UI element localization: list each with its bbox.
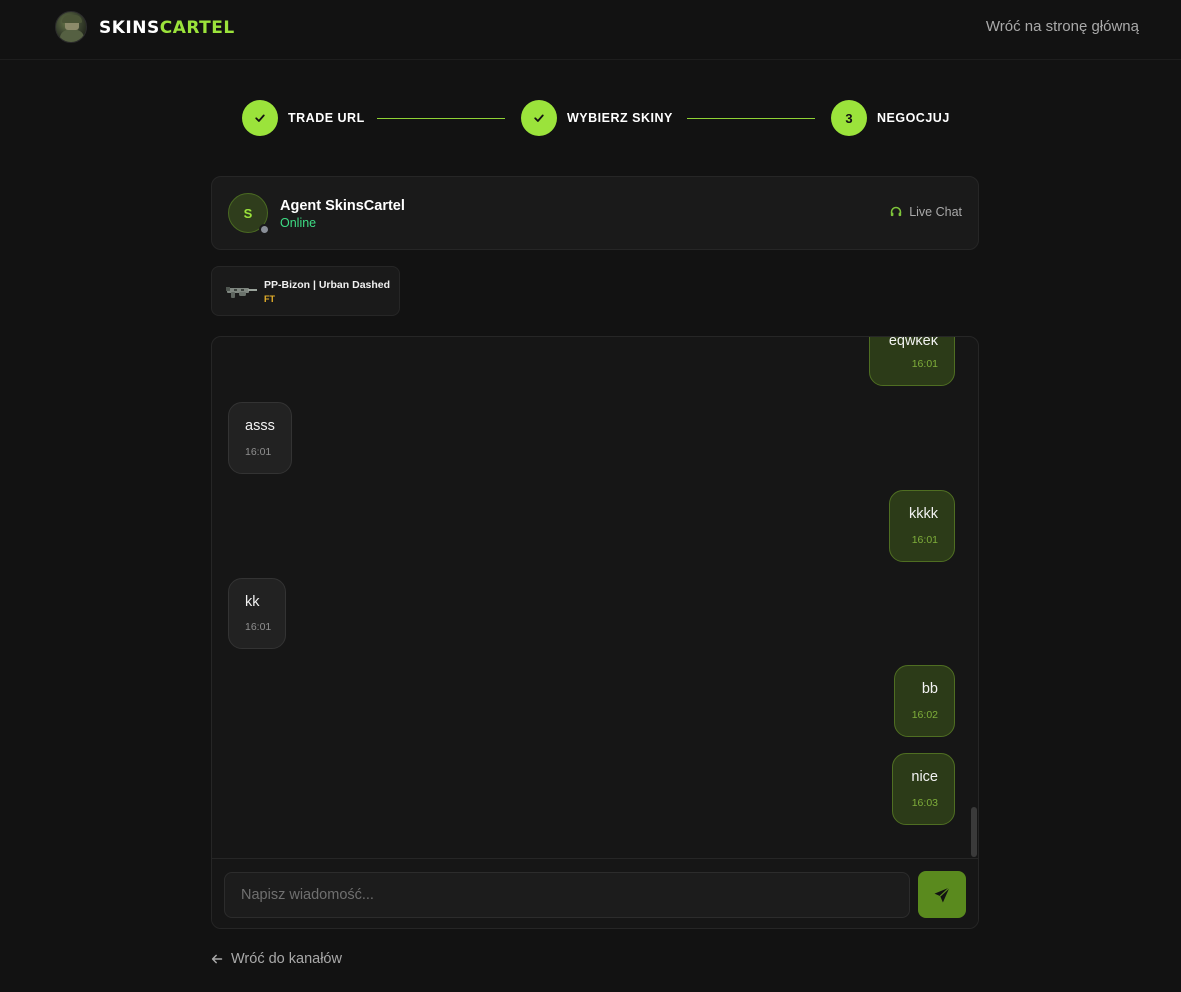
message-time: 16:03 <box>911 797 938 809</box>
message-time: 16:01 <box>911 534 938 546</box>
step-2-label: WYBIERZ SKINY <box>567 111 673 125</box>
top-header: SKINSCARTEL Wróć na stronę główną <box>0 0 1181 60</box>
step-1-label: TRADE URL <box>288 111 365 125</box>
message-time: 16:01 <box>245 621 272 633</box>
home-link[interactable]: Wróć na stronę główną <box>986 18 1139 36</box>
send-button[interactable] <box>918 871 966 918</box>
step-connector <box>687 118 815 119</box>
item-name: PP-Bizon | Urban Dashed <box>264 279 391 291</box>
chat-scrollbar[interactable] <box>971 807 977 857</box>
chat-panel: eqwkek 16:01 asss 16:01 kkkk 16:01 kk 16… <box>211 336 979 929</box>
step-3-label: NEGOCJUJ <box>877 111 950 125</box>
message-text: eqwkek <box>888 337 938 349</box>
message-text: bb <box>921 681 938 697</box>
message-time: 16:01 <box>245 446 272 458</box>
message-time: 16:01 <box>911 358 938 370</box>
message-outgoing: eqwkek 16:01 <box>869 337 955 386</box>
back-link-label: Wróć do kanałów <box>231 951 342 967</box>
message-outgoing: kkkk 16:01 <box>889 490 955 562</box>
step-3-number: 3 <box>831 100 867 136</box>
message-text: nice <box>911 769 938 785</box>
message-outgoing: bb 16:02 <box>894 665 955 737</box>
live-chat-indicator: Live Chat <box>889 205 962 219</box>
item-wear-badge: FT <box>264 294 275 304</box>
message-text: kk <box>245 594 260 610</box>
message-incoming: asss 16:01 <box>228 402 292 474</box>
message-text: kkkk <box>909 506 938 522</box>
weapon-thumbnail-icon <box>226 287 257 298</box>
send-icon <box>934 886 950 902</box>
live-chat-label: Live Chat <box>909 205 962 219</box>
message-time: 16:02 <box>911 709 938 721</box>
step-2-check-icon <box>521 100 557 136</box>
logo-text[interactable]: SKINSCARTEL <box>99 17 235 39</box>
agent-status: Online <box>280 216 317 230</box>
message-outgoing: nice 16:03 <box>892 753 955 825</box>
message-input[interactable] <box>224 872 910 918</box>
step-connector <box>377 118 505 119</box>
composer <box>212 858 978 928</box>
message-incoming: kk 16:01 <box>228 578 286 649</box>
message-list[interactable]: eqwkek 16:01 asss 16:01 kkkk 16:01 kk 16… <box>212 337 978 858</box>
logo-icon[interactable] <box>55 11 87 43</box>
message-text: asss <box>245 418 275 434</box>
headset-icon <box>889 205 903 219</box>
step-1-check-icon <box>242 100 278 136</box>
presence-dot <box>259 224 270 235</box>
arrow-left-icon <box>211 954 223 964</box>
agent-name: Agent SkinsCartel <box>280 198 405 214</box>
item-chip[interactable]: PP-Bizon | Urban Dashed FT <box>211 266 400 316</box>
agent-card: S Agent SkinsCartel Online Live Chat <box>211 176 979 250</box>
back-to-channels-link[interactable]: Wróć do kanałów <box>211 950 342 968</box>
